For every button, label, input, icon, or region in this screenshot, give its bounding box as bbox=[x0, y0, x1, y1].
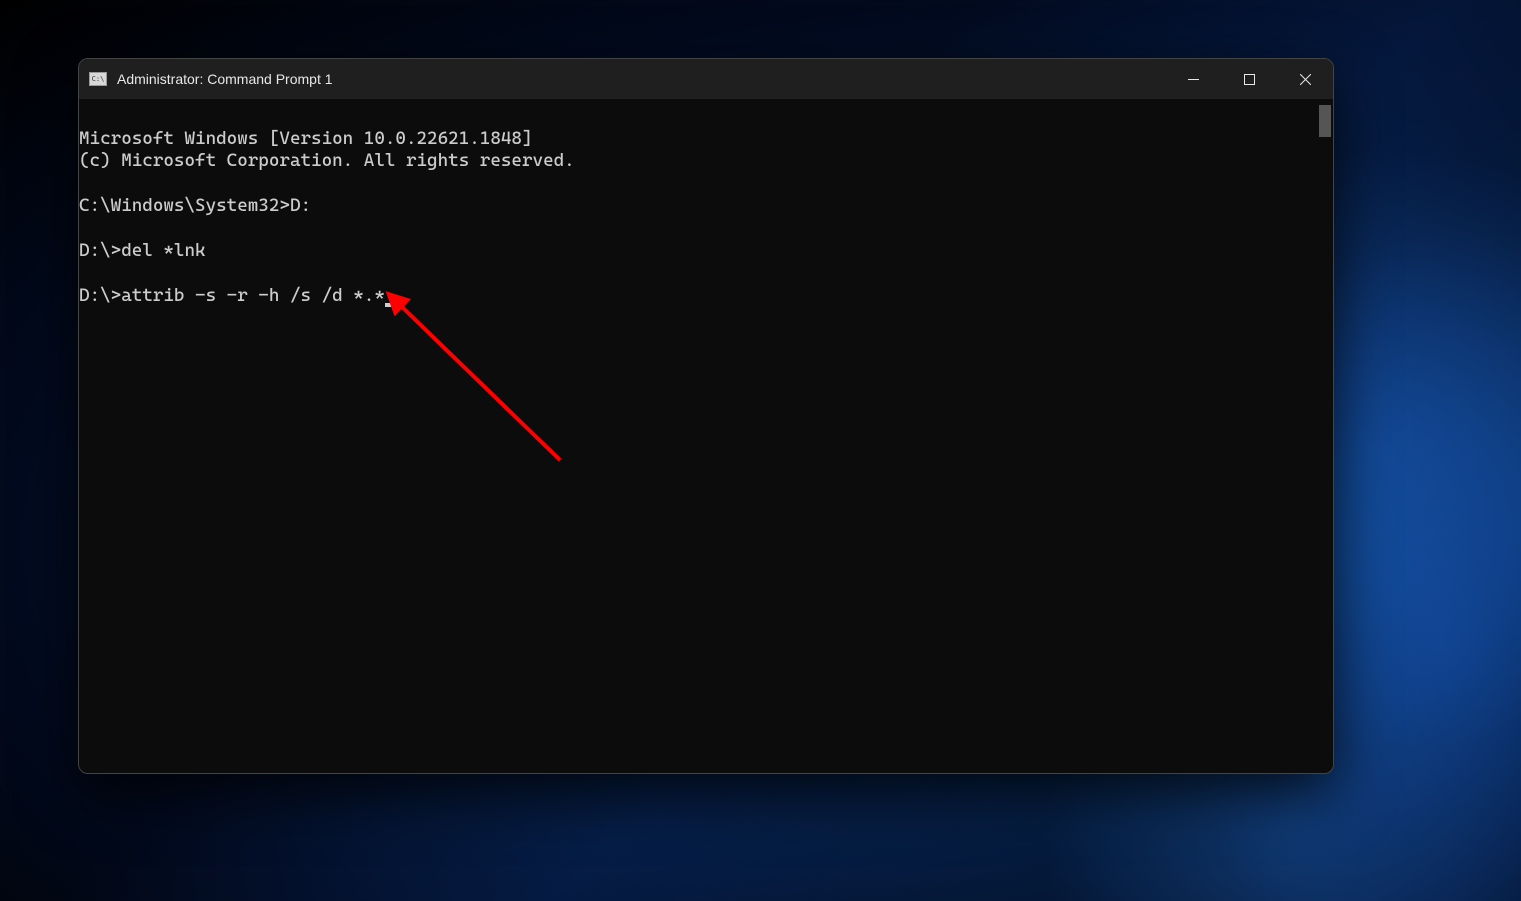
minimize-icon bbox=[1188, 74, 1199, 85]
close-button[interactable] bbox=[1277, 59, 1333, 99]
close-icon bbox=[1300, 74, 1311, 85]
minimize-button[interactable] bbox=[1165, 59, 1221, 99]
window-title: Administrator: Command Prompt 1 bbox=[117, 71, 1165, 87]
terminal-line: Microsoft Windows [Version 10.0.22621.18… bbox=[79, 128, 533, 149]
maximize-icon bbox=[1244, 74, 1255, 85]
terminal-line: D:\>del *lnk bbox=[79, 240, 206, 261]
terminal-line: C:\Windows\System32>D: bbox=[79, 195, 311, 216]
terminal-body[interactable]: Microsoft Windows [Version 10.0.22621.18… bbox=[79, 99, 1333, 773]
vertical-scrollbar[interactable] bbox=[1319, 105, 1331, 137]
terminal-current-line: D:\>attrib -s -r -h /s /d *.* bbox=[79, 285, 385, 306]
command-prompt-window: Administrator: Command Prompt 1 Microsof… bbox=[78, 58, 1334, 774]
window-titlebar[interactable]: Administrator: Command Prompt 1 bbox=[79, 59, 1333, 99]
terminal-cursor bbox=[385, 303, 395, 307]
terminal-line: (c) Microsoft Corporation. All rights re… bbox=[79, 150, 575, 171]
maximize-button[interactable] bbox=[1221, 59, 1277, 99]
terminal-output: Microsoft Windows [Version 10.0.22621.18… bbox=[79, 105, 1333, 308]
cmd-icon bbox=[89, 72, 107, 86]
window-controls bbox=[1165, 59, 1333, 99]
